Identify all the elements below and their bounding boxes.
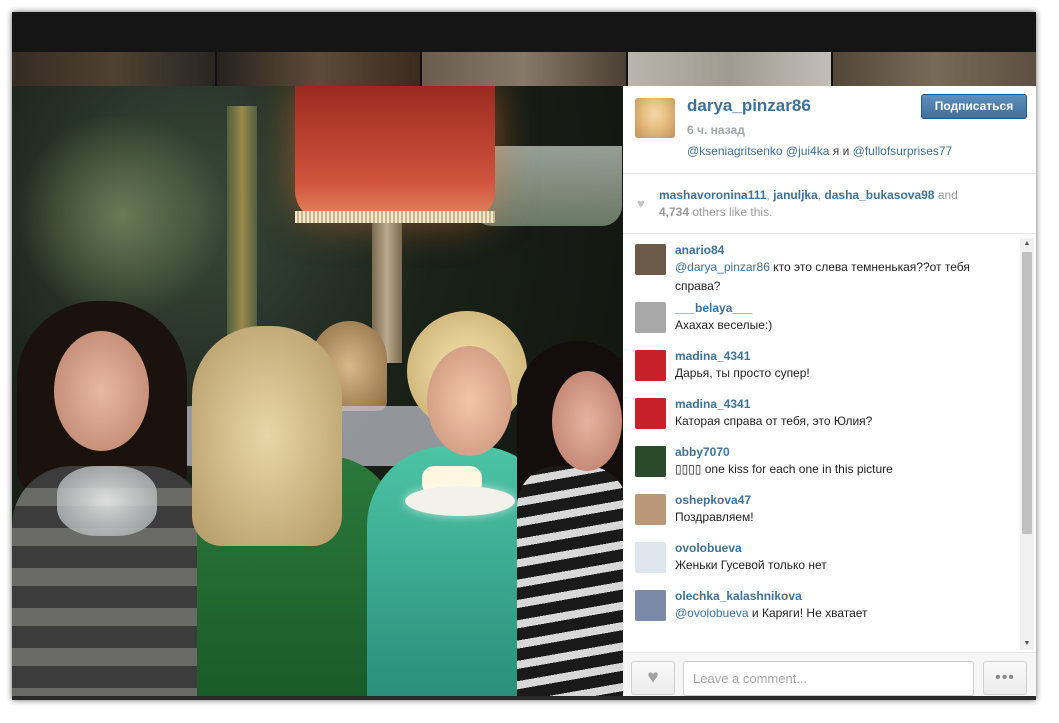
thumbnail[interactable] (12, 52, 216, 86)
commenter-avatar[interactable] (635, 446, 666, 477)
post-photo[interactable] (12, 86, 623, 698)
person-face (54, 331, 149, 451)
comment-item: abby7070 ▯▯▯▯ one kiss for each one in th… (623, 440, 1020, 488)
comment-footer: ♥ ••• (623, 652, 1036, 698)
comment-text: Женьки Гусевой только нет (675, 555, 1020, 575)
liker-link[interactable]: dasha_bukasova98 (824, 188, 934, 202)
author-avatar[interactable] (635, 98, 675, 138)
comment-item: madina_4341 Каторая справа от тебя, это Ю… (623, 392, 1020, 440)
commenter-username[interactable]: oshepkova47 (675, 488, 1020, 507)
photo-pillar (227, 106, 257, 336)
comment-text: Поздравляем! (675, 507, 1020, 527)
person-necklace (57, 466, 157, 536)
photo-light (12, 116, 232, 316)
commenter-avatar[interactable] (635, 398, 666, 429)
thumbnail[interactable] (627, 52, 831, 86)
heart-icon: ♥ (637, 196, 645, 211)
photo-lamp (295, 86, 495, 221)
person-face (552, 371, 622, 471)
commenter-username[interactable]: olechka_kalashnikova (675, 584, 1020, 603)
heart-icon: ♥ (647, 667, 659, 688)
liker-link[interactable]: januljka (773, 188, 818, 202)
thumbnail[interactable] (422, 52, 626, 86)
mention-link[interactable]: @fullofsurprises77 (853, 144, 953, 158)
like-button[interactable]: ♥ (631, 661, 675, 695)
comments-scrollbar[interactable]: ▲ ▼ (1020, 238, 1034, 650)
commenter-username[interactable]: ___belaya___ (675, 296, 1020, 315)
likes-suffix: others like this. (692, 205, 773, 219)
person-body (517, 466, 623, 698)
commenter-username[interactable]: anario84 (675, 238, 1020, 257)
comment-item: anario84 @darya_pinzar86 кто это слева те… (623, 238, 1020, 296)
comment-text-part: Каторая справа от тебя, это Юлия? (675, 414, 873, 428)
likes-text: mashavoronina111, januljka, dasha_bukaso… (659, 188, 958, 219)
post-time[interactable]: 6 ч. назад (687, 123, 745, 137)
photo-plate (405, 486, 515, 516)
likes-section: ♥ mashavoronina111, januljka, dasha_buka… (623, 174, 1036, 234)
comment-text: @ovolobueva и Каряги! Не хватает (675, 603, 1020, 623)
scroll-down-arrow-icon[interactable]: ▼ (1020, 638, 1034, 650)
likes-count[interactable]: 4,734 (659, 205, 689, 219)
post-header: darya_pinzar86 6 ч. назад @kseniagritsen… (623, 86, 1036, 174)
mention-link[interactable]: @ovolobueva (675, 606, 749, 620)
comment-text: @darya_pinzar86 кто это слева темненькая… (675, 257, 1020, 296)
commenter-avatar[interactable] (635, 542, 666, 573)
commenter-username[interactable]: madina_4341 (675, 344, 1020, 363)
more-options-button[interactable]: ••• (983, 661, 1027, 695)
photo-modal: darya_pinzar86 6 ч. назад @kseniagritsen… (12, 12, 1036, 700)
comment-text-part: Ахахах веселые:) (675, 318, 773, 332)
comment-item: madina_4341 Дарья, ты просто супер! (623, 344, 1020, 392)
comment-text-part: ▯▯▯▯ one kiss for each one in this pictu… (675, 462, 893, 476)
scroll-thumb[interactable] (1022, 252, 1032, 534)
commenter-avatar[interactable] (635, 494, 666, 525)
commenter-avatar[interactable] (635, 590, 666, 621)
commenter-avatar[interactable] (635, 302, 666, 333)
person-hair (192, 326, 342, 546)
likes-and: and (937, 188, 958, 202)
scroll-up-arrow-icon[interactable]: ▲ (1020, 238, 1034, 250)
comment-text: Каторая справа от тебя, это Юлия? (675, 411, 1020, 431)
post-caption: @kseniagritsenko @jui4ka я и @fullofsurp… (687, 144, 952, 158)
comment-text: ▯▯▯▯ one kiss for each one in this pictu… (675, 459, 1020, 479)
post-sidebar: darya_pinzar86 6 ч. назад @kseniagritsen… (623, 86, 1036, 698)
comment-text-part: и Каряги! Не хватает (748, 606, 868, 620)
comment-text-part: Дарья, ты просто супер! (675, 366, 810, 380)
mention-link[interactable]: @jui4ka (786, 144, 830, 158)
liker-link[interactable]: mashavoronina111 (659, 188, 766, 202)
author-username[interactable]: darya_pinzar86 (687, 96, 811, 116)
comment-item: ___belaya___ Ахахах веселые:) (623, 296, 1020, 344)
commenter-avatar[interactable] (635, 350, 666, 381)
comment-text: Ахахах веселые:) (675, 315, 1020, 335)
comment-input[interactable] (683, 661, 974, 696)
comment-text-part: Женьки Гусевой только нет (675, 558, 827, 572)
commenter-username[interactable]: ovolobueva (675, 536, 1020, 555)
commenter-username[interactable]: abby7070 (675, 440, 1020, 459)
follow-button[interactable]: Подписаться (921, 94, 1027, 119)
commenter-avatar[interactable] (635, 244, 666, 275)
mention-link[interactable]: @darya_pinzar86 (675, 260, 770, 274)
top-bar (12, 12, 1036, 52)
comment-item: olechka_kalashnikova @ovolobueva и Каряги… (623, 584, 1020, 632)
comments-list: anario84 @darya_pinzar86 кто это слева те… (623, 238, 1020, 650)
person-face (427, 346, 512, 456)
photo-lamp-fringe (295, 211, 495, 223)
commenter-username[interactable]: madina_4341 (675, 392, 1020, 411)
comment-text: Дарья, ты просто супер! (675, 363, 1020, 383)
comment-text-part: Поздравляем! (675, 510, 754, 524)
caption-text: я и (829, 144, 853, 158)
comment-item: ovolobueva Женьки Гусевой только нет (623, 536, 1020, 584)
thumbnail[interactable] (217, 52, 421, 86)
background-thumbnail-row (12, 52, 1036, 86)
thumbnail[interactable] (832, 52, 1036, 86)
mention-link[interactable]: @kseniagritsenko (687, 144, 783, 158)
bottom-strip (12, 696, 1036, 700)
comment-item: oshepkova47 Поздравляем! (623, 488, 1020, 536)
